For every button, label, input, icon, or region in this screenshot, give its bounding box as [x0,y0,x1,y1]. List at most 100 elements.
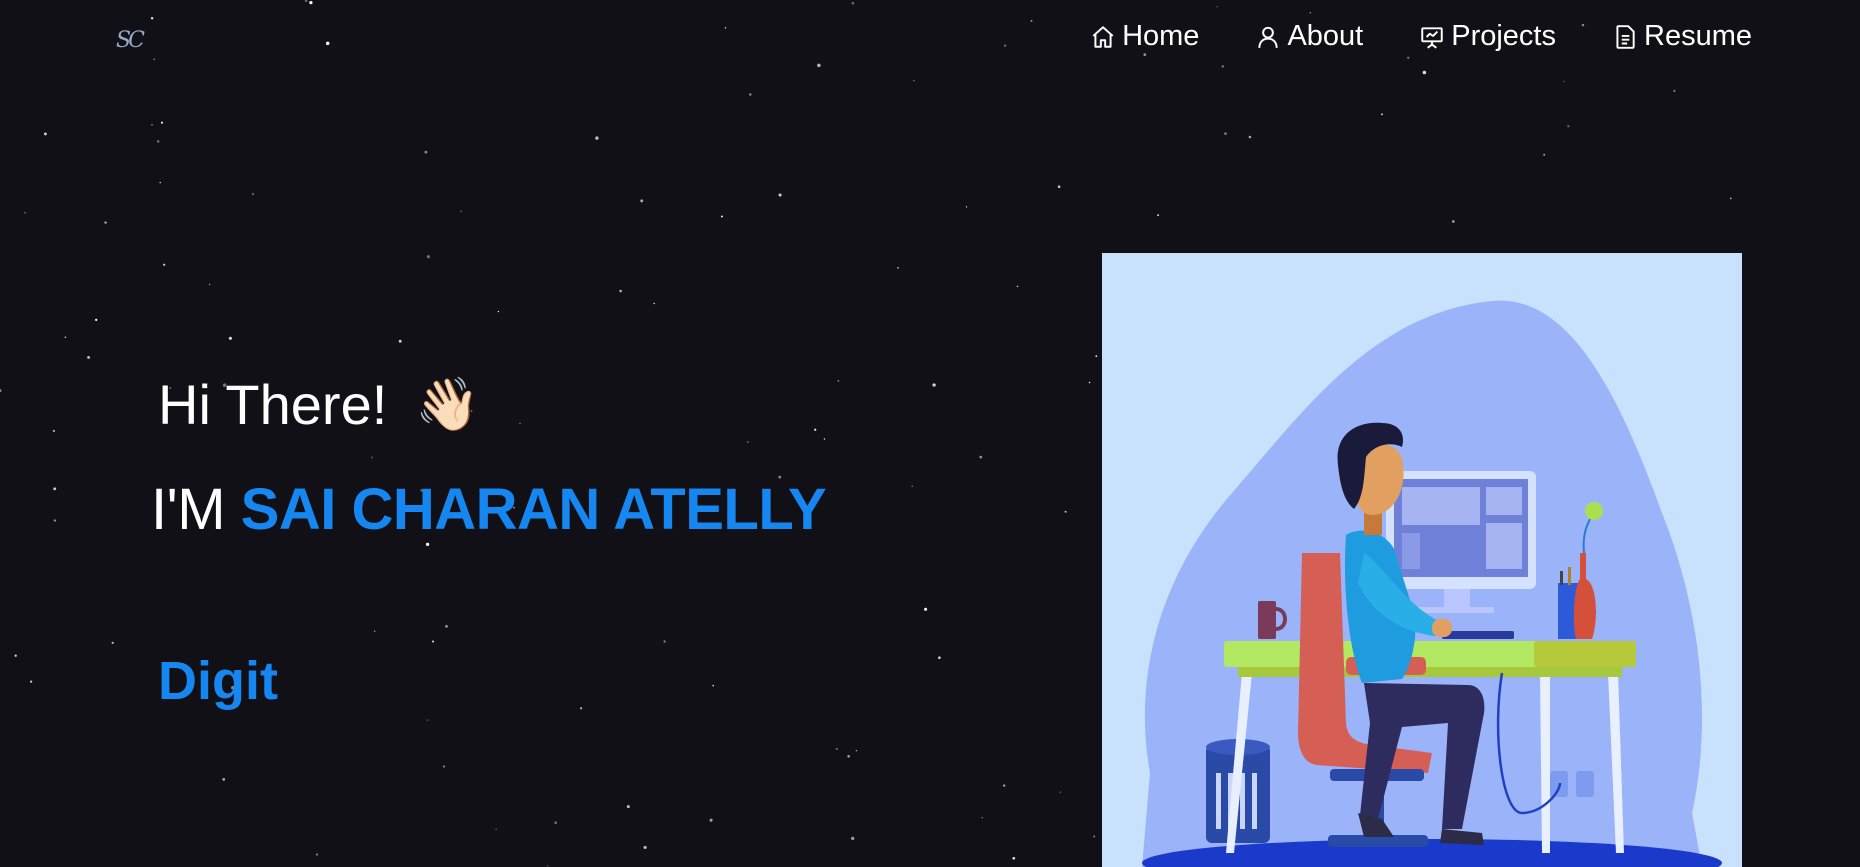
star [981,816,983,819]
star [778,193,782,197]
star [579,707,583,710]
star [746,441,749,444]
star [663,640,666,643]
star [1064,510,1067,513]
nav-about-link[interactable]: About [1255,20,1363,53]
developer-at-desk-illustration [1102,253,1742,867]
star [24,211,26,214]
star [1563,80,1565,83]
star [309,0,313,5]
star [315,853,319,856]
star [1016,285,1019,288]
star [52,429,56,433]
star [712,684,714,687]
star [979,455,983,459]
site-logo[interactable]: SC [116,28,145,53]
star [913,80,915,82]
star [554,821,558,825]
main-navigation: Home About Projects Resume [1034,20,1752,53]
star [53,519,57,522]
nav-resume-link[interactable]: Resume [1612,20,1752,53]
star [835,747,838,751]
nav-resume-label: Resume [1644,20,1752,52]
star [1729,197,1732,200]
star [442,765,446,768]
star [159,181,161,184]
typewriter-text: Digit [158,651,278,711]
star [1002,784,1006,787]
star [1673,89,1676,92]
star [1012,856,1016,860]
star [64,336,67,339]
star [398,339,402,343]
star [157,140,160,143]
star [1216,6,1218,8]
star [432,640,435,643]
star [53,487,57,491]
star [373,630,376,632]
star [497,310,500,313]
star [495,828,497,830]
star [1567,125,1570,128]
star [14,654,17,657]
intro-prefix: I'M [151,477,226,542]
star [151,123,153,126]
star [1093,835,1096,838]
star [304,0,308,3]
star [426,719,429,721]
star [1451,220,1455,223]
star [653,302,655,305]
nav-projects-link[interactable]: Projects [1419,20,1556,53]
star [1059,791,1062,793]
star [43,132,47,136]
star [1422,70,1427,75]
star [749,93,752,96]
star [0,389,2,393]
star [104,221,107,224]
star [823,438,826,440]
star [855,749,858,752]
document-icon [1616,24,1635,49]
star [965,206,968,208]
star [1095,355,1098,358]
star [1309,11,1312,14]
nav-home-link[interactable]: Home [1090,20,1199,53]
hero-name: SAI CHARAN ATELLY [240,477,827,542]
star [150,16,154,20]
star [938,656,941,659]
star [720,215,723,218]
star [643,845,647,849]
star [1543,153,1546,156]
star [1248,135,1252,139]
hero-intro: I'M SAI CHARAN ATELLY [151,476,827,543]
star [547,865,549,867]
star [911,485,913,487]
star [160,121,164,124]
star [709,818,713,822]
star [95,318,98,322]
star [814,428,817,431]
star [425,542,430,547]
star [445,625,448,628]
star [847,755,850,758]
star [163,263,166,266]
star [325,41,330,46]
star [1407,56,1410,59]
star [111,641,114,645]
star [29,680,33,683]
star [932,383,936,387]
star [924,607,928,611]
greeting-text: Hi There! [158,373,388,436]
waving-hand-icon: 👋🏻 [415,376,481,434]
star [371,456,374,459]
star [817,63,821,68]
star [626,805,630,809]
star [1057,185,1061,188]
hero-greeting: Hi There! 👋🏻 [158,372,480,437]
star [851,836,855,841]
star [1088,381,1091,384]
user-icon [1258,26,1279,48]
star [1221,65,1225,68]
star [228,336,232,340]
star [1030,19,1033,22]
